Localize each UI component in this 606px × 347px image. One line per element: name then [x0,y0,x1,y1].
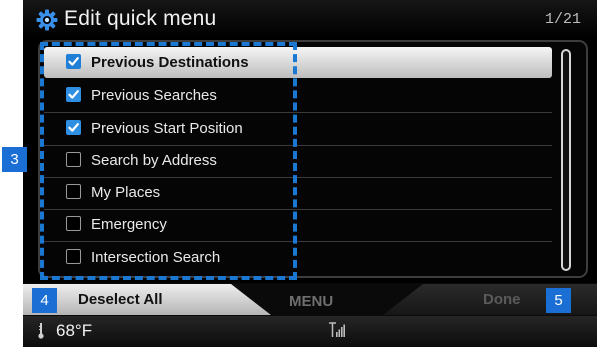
page-title: Edit quick menu [64,7,217,30]
status-bar [23,316,597,347]
gear-icon [36,9,58,31]
thermometer-icon [38,323,44,339]
temperature-readout: 68°F [56,321,93,340]
callout-badge-deselect: 4 [32,288,57,313]
page-counter: 1/21 [544,11,581,28]
deselect-all-button[interactable]: Deselect All [23,284,271,315]
title-bar: Edit quick menu 1/21 [23,0,597,38]
menu-button[interactable]: MENU [289,286,333,317]
signal-strength-icon [329,322,345,337]
done-label: Done [483,291,521,308]
scrollbar[interactable] [561,49,571,271]
callout-badge-done: 5 [546,288,571,313]
list-highlight-outline [40,42,297,280]
deselect-all-label: Deselect All [78,291,163,308]
callout-badge-list: 3 [2,147,27,172]
